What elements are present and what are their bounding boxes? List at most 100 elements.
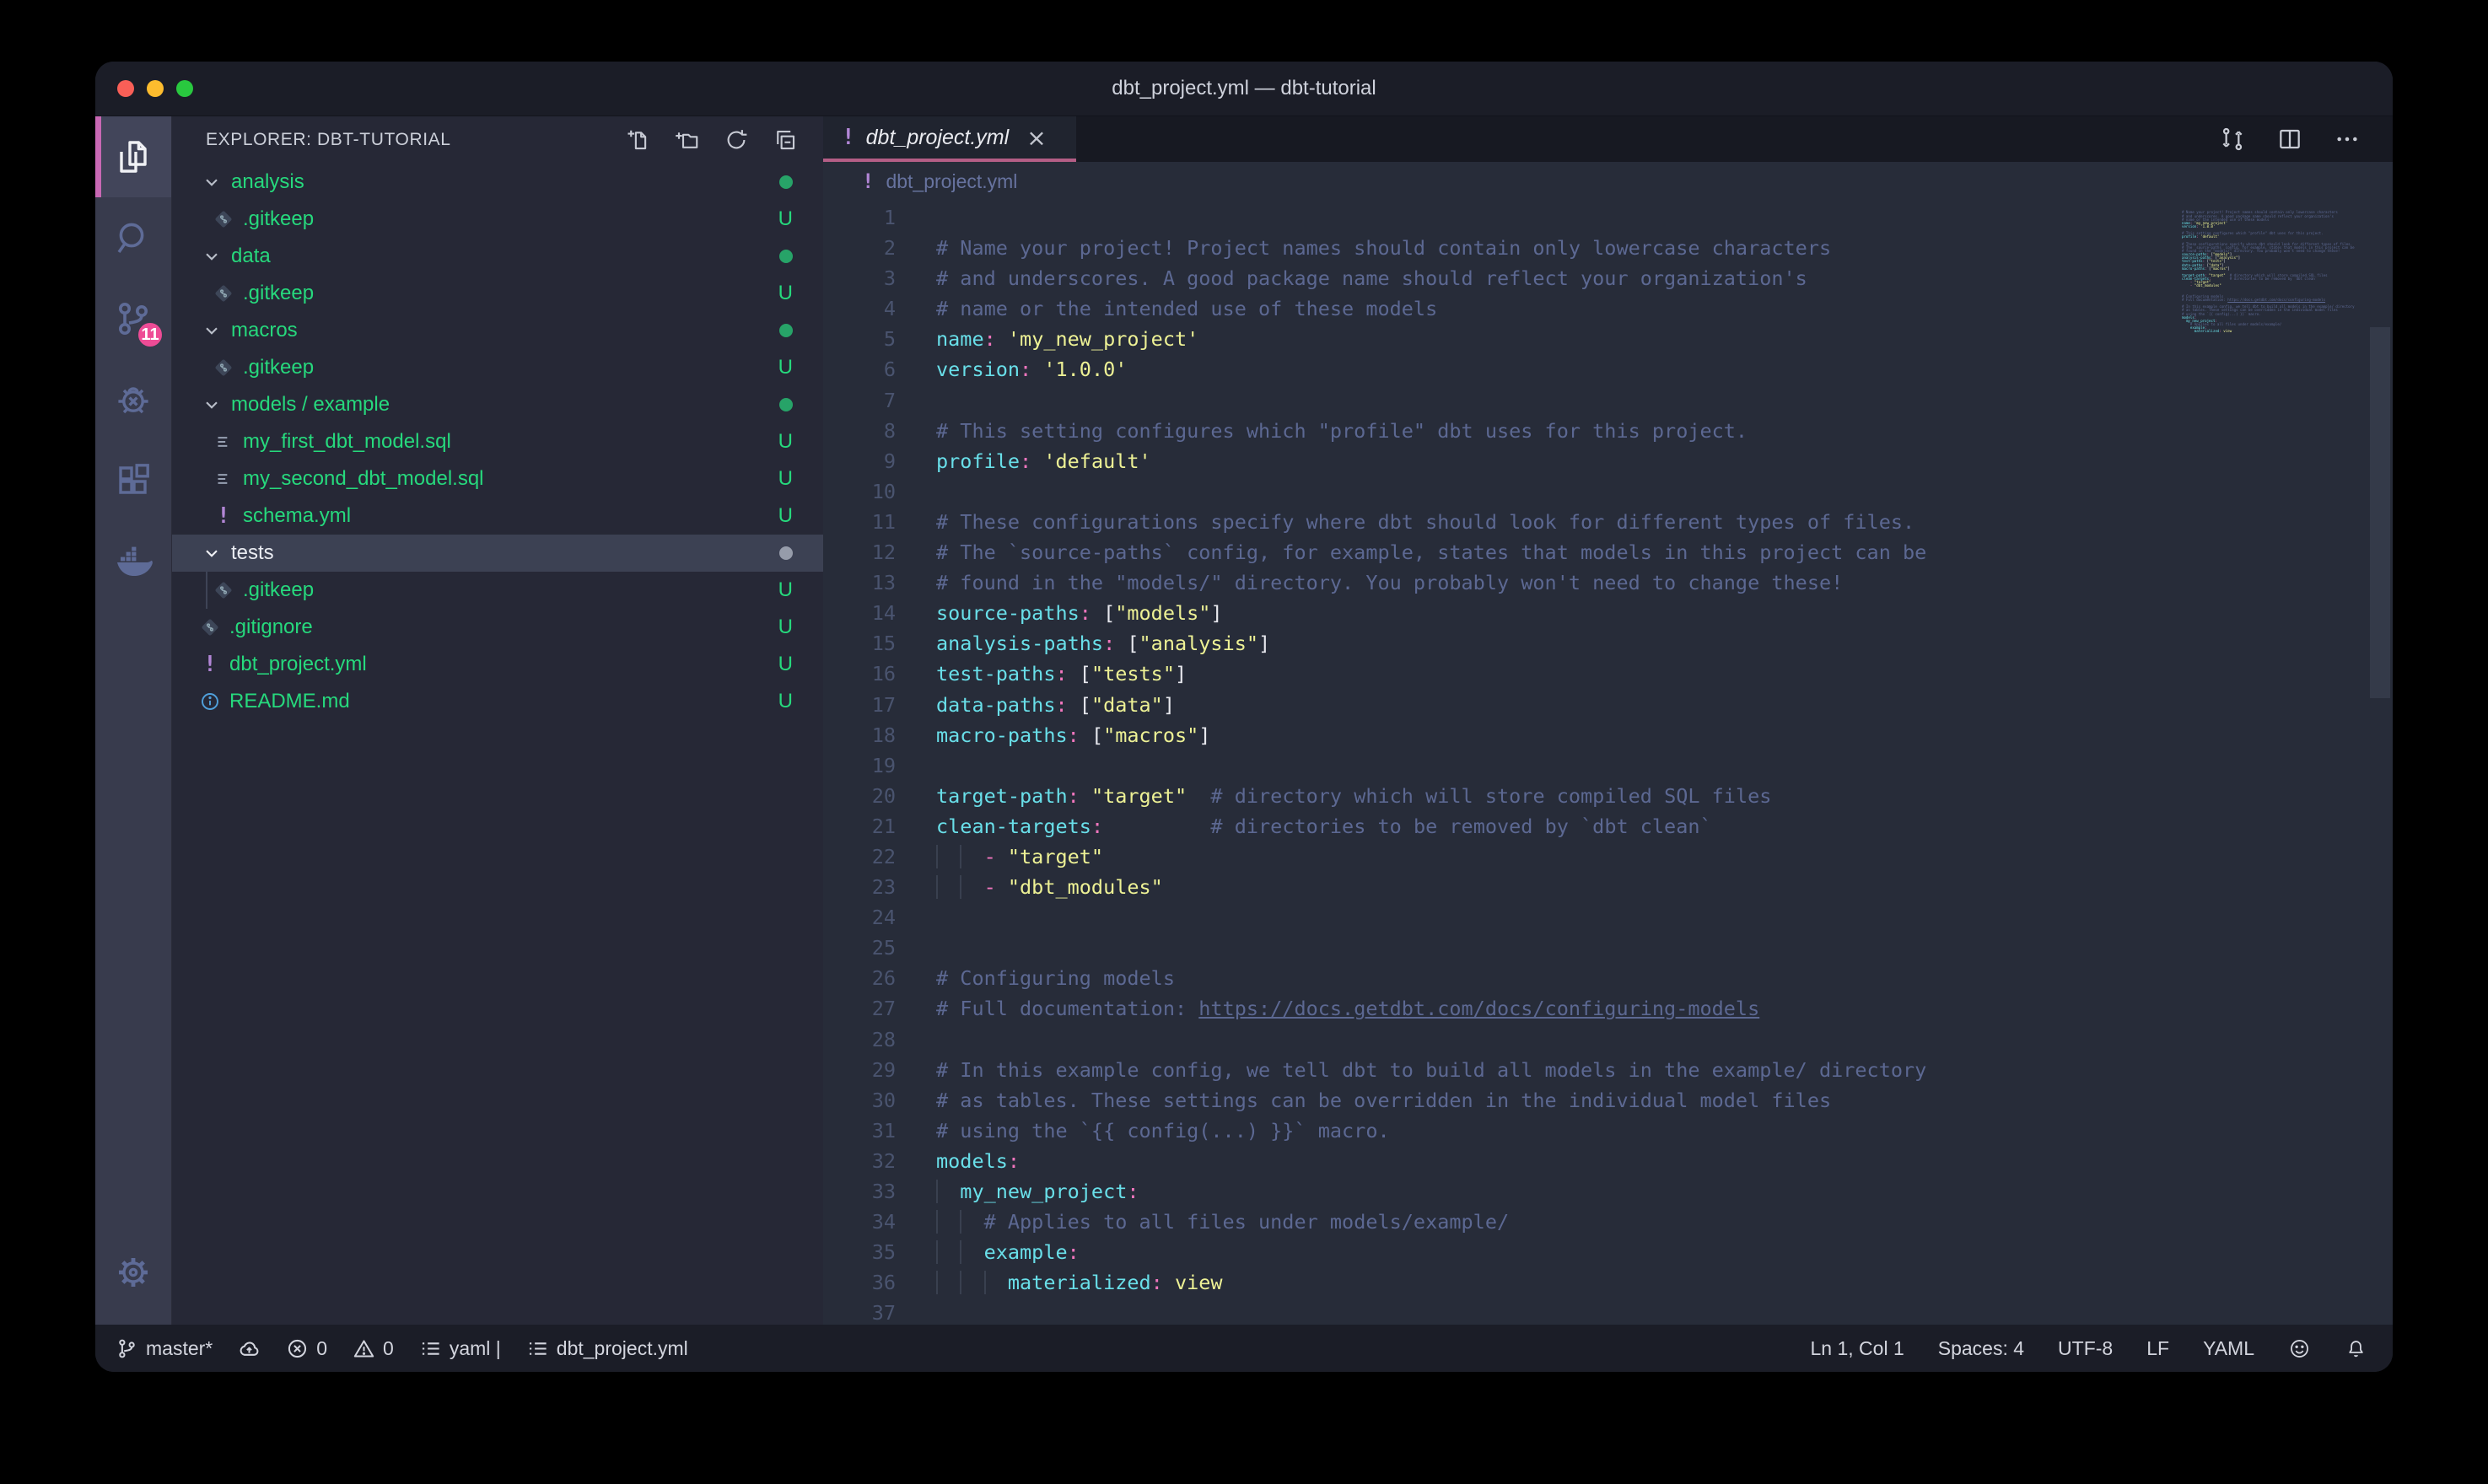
code-token: [ — [1080, 723, 1103, 747]
status-item-label: 0 — [316, 1337, 327, 1360]
activitybar-search[interactable] — [95, 197, 171, 278]
status-item-master-[interactable]: master* — [116, 1337, 213, 1360]
activitybar-explorer[interactable] — [95, 116, 171, 197]
tree-file-my-second-dbt-model-sql[interactable]: my_second_dbt_model.sqlU — [172, 460, 823, 497]
status-item-dbt-project-yml[interactable]: dbt_project.yml — [526, 1337, 688, 1360]
tree-folder-data[interactable]: data — [172, 238, 823, 275]
new-file-icon[interactable] — [626, 127, 651, 153]
editor-group: ! dbt_project.yml × — [823, 116, 2393, 1325]
minimize-window-button[interactable] — [147, 80, 164, 97]
tree-folder-macros[interactable]: macros — [172, 312, 823, 349]
code-line: 12# The `source-paths` config, for examp… — [823, 537, 2393, 567]
desktop: dbt_project.yml — dbt-tutorial — [0, 0, 2488, 1484]
doc-link[interactable]: https://docs.getdbt.com/docs/configuring… — [1198, 997, 1759, 1020]
code-token: macro-paths — [936, 723, 1068, 747]
code-line: 33 my_new_project: — [823, 1176, 2393, 1207]
status-item-smiley-icon[interactable] — [2288, 1337, 2311, 1360]
close-tab-icon[interactable]: × — [1026, 124, 1046, 152]
code-editor[interactable]: 12 # Name your project! Project names sho… — [823, 201, 2393, 1325]
tab-dbt-project-yml[interactable]: ! dbt_project.yml × — [823, 116, 1076, 162]
status-item-ln-1-col-1[interactable]: Ln 1, Col 1 — [1811, 1337, 1904, 1360]
title-bar: dbt_project.yml — dbt-tutorial — [95, 62, 2393, 116]
line-number: 1 — [823, 202, 896, 233]
split-editor-icon[interactable] — [2276, 126, 2303, 153]
code-token: - — [984, 845, 1008, 868]
status-item-yaml-[interactable]: yaml | — [419, 1337, 501, 1360]
status-item-label: Spaces: 4 — [1938, 1337, 2024, 1360]
minimap-lines: # Name your project! Project names shoul… — [2182, 207, 2362, 336]
tree-file--gitignore[interactable]: .gitignoreU — [172, 609, 823, 646]
tree-file--gitkeep[interactable]: .gitkeepU — [172, 349, 823, 386]
info-file-icon — [199, 691, 221, 712]
tree-folder-models-example[interactable]: models / example — [172, 386, 823, 423]
line-number: 27 — [823, 993, 896, 1024]
code-token: analysis-paths — [936, 632, 1103, 655]
new-folder-icon[interactable] — [675, 127, 700, 153]
git-status-dot — [779, 250, 793, 263]
git-untracked-badge: U — [778, 578, 793, 602]
status-item-spaces-4[interactable]: Spaces: 4 — [1938, 1337, 2024, 1360]
code-line: 4# name or the intended use of these mod… — [823, 293, 2393, 324]
code-token: : — [1068, 723, 1080, 747]
status-item-0[interactable]: 0 — [286, 1337, 327, 1360]
activitybar-settings[interactable] — [95, 1232, 171, 1313]
status-item-bell-icon[interactable] — [2345, 1337, 2367, 1360]
activitybar-source-control[interactable]: 11 — [95, 278, 171, 359]
indent-guide — [936, 875, 960, 899]
files-icon — [113, 137, 153, 177]
code-token: : — [1068, 784, 1080, 808]
code-token: # Configuring models — [936, 966, 1175, 990]
close-window-button[interactable] — [117, 80, 134, 97]
code-line: 18macro-paths: ["macros"] — [823, 720, 2393, 750]
debug-icon — [113, 379, 153, 420]
minimap[interactable]: # Name your project! Project names shoul… — [2182, 201, 2362, 344]
collapse-folders-icon[interactable] — [773, 127, 798, 153]
code-token: '1.0.0' — [1031, 358, 1127, 381]
status-item-0[interactable]: 0 — [353, 1337, 394, 1360]
activitybar-docker[interactable] — [95, 521, 171, 602]
code-line: 26# Configuring models — [823, 963, 2393, 993]
line-number: 6 — [823, 354, 896, 384]
status-item-label: LF — [2146, 1337, 2169, 1360]
list-selection-icon — [419, 1337, 442, 1360]
code-token: target-path — [936, 784, 1068, 808]
activitybar-extensions[interactable] — [95, 440, 171, 521]
tree-file--gitkeep[interactable]: .gitkeepU — [172, 275, 823, 312]
code-token: "target" — [1080, 784, 1187, 808]
line-number: 13 — [823, 567, 896, 598]
git-branch-icon — [116, 1337, 138, 1360]
tree-file-dbt-project-yml[interactable]: !dbt_project.ymlU — [172, 646, 823, 683]
status-item-utf-8[interactable]: UTF-8 — [2058, 1337, 2113, 1360]
indent-guide — [936, 1240, 960, 1264]
tree-file--gitkeep[interactable]: .gitkeepU — [172, 201, 823, 238]
activitybar-debug[interactable] — [95, 359, 171, 440]
code-token: "data" — [1091, 693, 1163, 717]
code-token: : — [1068, 1240, 1080, 1264]
tree-file-readme-md[interactable]: README.mdU — [172, 683, 823, 720]
tree-file--gitkeep[interactable]: .gitkeepU — [172, 572, 823, 609]
search-icon — [113, 218, 153, 258]
line-number: 21 — [823, 811, 896, 841]
tree-folder-tests[interactable]: tests — [172, 535, 823, 572]
code-token: # found in the "models/" directory. You … — [936, 571, 1843, 594]
tree-file-my-first-dbt-model-sql[interactable]: my_first_dbt_model.sqlU — [172, 423, 823, 460]
status-item-lf[interactable]: LF — [2146, 1337, 2169, 1360]
status-item-cloud-upload-icon[interactable] — [238, 1337, 261, 1360]
code-line: 25 — [823, 933, 2393, 963]
line-number: 12 — [823, 537, 896, 567]
tree-folder-analysis[interactable]: analysis — [172, 164, 823, 201]
git-untracked-badge: U — [778, 282, 793, 305]
refresh-icon[interactable] — [724, 127, 749, 153]
open-changes-icon[interactable] — [2219, 126, 2246, 153]
tree-item-label: dbt_project.yml — [229, 653, 367, 676]
indent-guide — [936, 845, 960, 868]
breadcrumb[interactable]: ! dbt_project.yml — [823, 162, 2393, 201]
code-token: [ — [1091, 601, 1115, 625]
code-token: : — [1055, 693, 1067, 717]
zoom-window-button[interactable] — [176, 80, 193, 97]
status-item-yaml[interactable]: YAML — [2203, 1337, 2254, 1360]
code-line: 21clean-targets: # directories to be rem… — [823, 811, 2393, 841]
editor-scrollbar-thumb[interactable] — [2370, 327, 2390, 698]
more-actions-icon[interactable] — [2334, 126, 2361, 153]
tree-file-schema-yml[interactable]: !schema.ymlU — [172, 497, 823, 535]
